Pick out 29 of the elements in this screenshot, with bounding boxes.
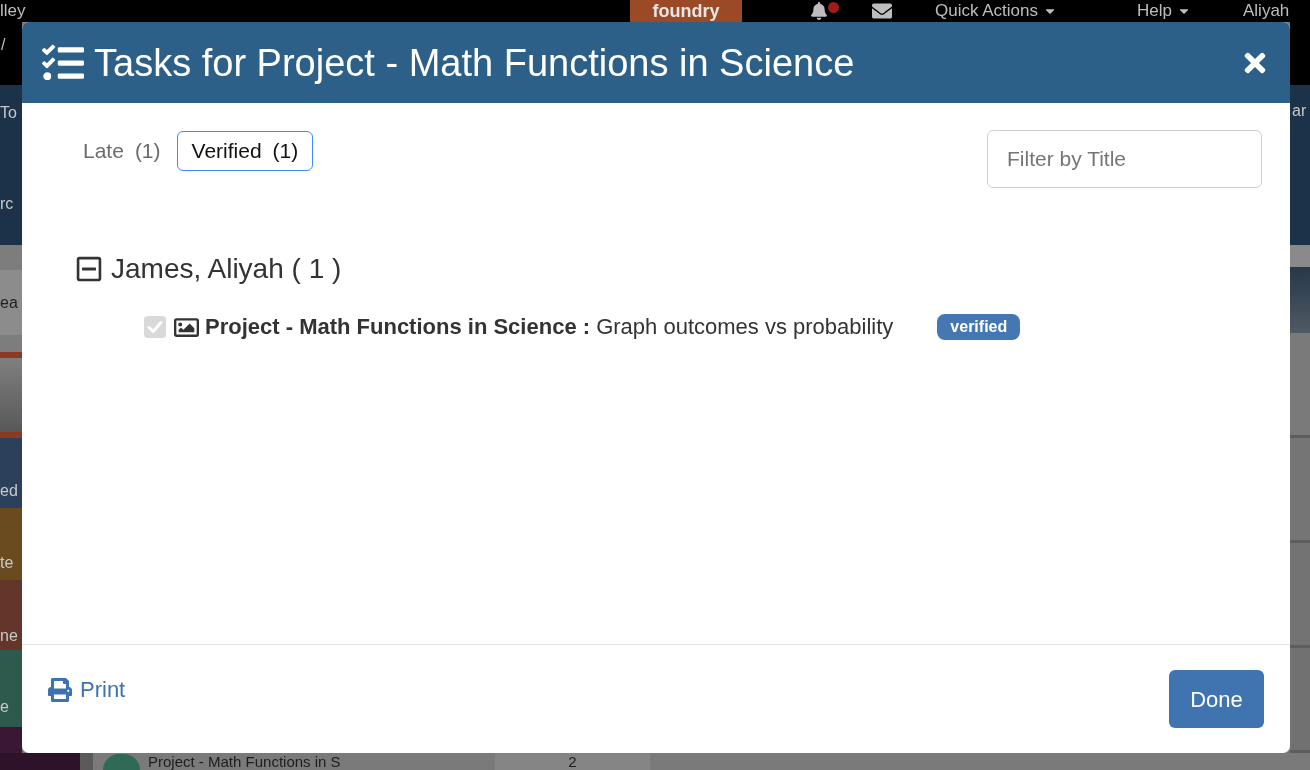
collapse-icon[interactable]	[75, 255, 103, 283]
dialog-title: Tasks for Project - Math Functions in Science	[94, 40, 855, 85]
page-text: ar	[1292, 102, 1308, 120]
user-name[interactable]: Aliyah	[1243, 1, 1290, 21]
menu-button[interactable]: Quick Actions	[935, 1, 1057, 21]
page-text: rc	[0, 195, 15, 213]
tab[interactable]: Late (1)	[68, 131, 176, 171]
row-title: Project - Math Functions in S	[148, 753, 341, 770]
print-icon	[48, 678, 72, 702]
print-link[interactable]: Print	[48, 677, 126, 703]
site-name: lley	[0, 1, 26, 21]
page-text: e	[0, 698, 10, 716]
envelope-icon[interactable]	[872, 1, 892, 21]
done-button[interactable]: Done	[1169, 670, 1264, 728]
page-text: ed	[0, 482, 19, 500]
status-badge: verified	[937, 314, 1021, 340]
bell-icon[interactable]	[810, 2, 828, 20]
page-text: /	[1, 36, 7, 54]
filter-field[interactable]: Filter by Title	[987, 130, 1262, 188]
count-text: 2	[568, 753, 577, 770]
tab[interactable]: Verified (1)	[176, 131, 314, 171]
group-name: James, Aliyah ( 1 )	[111, 252, 342, 286]
page-text: ne	[0, 627, 19, 645]
menu-button[interactable]: Help	[1137, 1, 1191, 21]
page-text: ea	[0, 294, 19, 312]
page-text: To	[0, 104, 18, 122]
page-text: te	[0, 554, 15, 572]
logo[interactable]: foundry	[630, 0, 742, 22]
task-text: Project - Math Functions in Science : Graph outcomes vs probability	[205, 313, 894, 341]
